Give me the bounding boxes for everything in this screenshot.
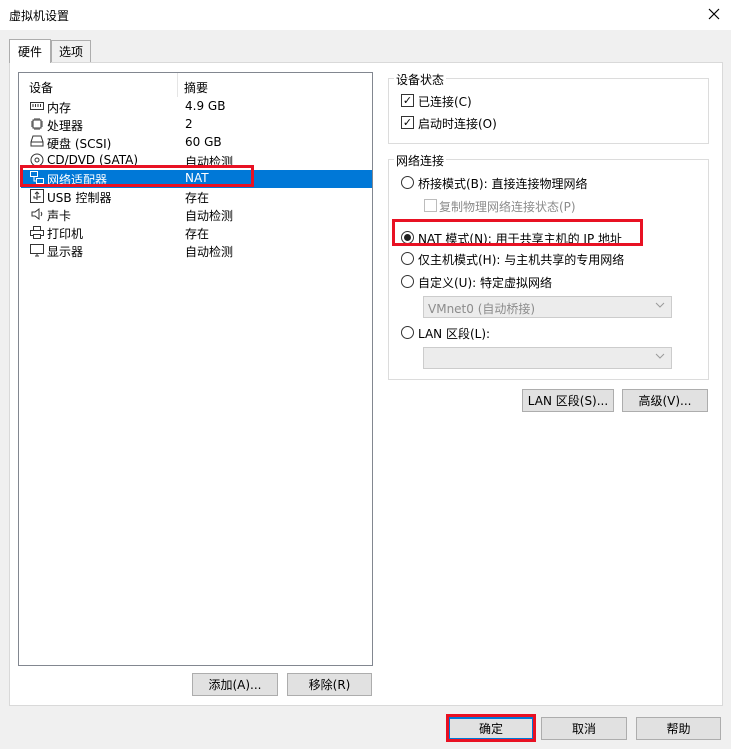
custom-radio[interactable] xyxy=(401,275,414,288)
title-bar xyxy=(0,0,731,30)
device-name: 内存 xyxy=(47,101,72,115)
custom-network-select-value: VMnet0 (自动桥接) xyxy=(428,302,536,316)
device-name: 声卡 xyxy=(47,209,72,223)
help-button[interactable]: 帮助 xyxy=(636,717,721,740)
close-button[interactable] xyxy=(703,3,725,25)
usb-icon xyxy=(29,189,45,205)
device-name: 显示器 xyxy=(47,245,84,259)
device-name: CD/DVD (SATA) xyxy=(47,153,139,167)
network-connection-title: 网络连接 xyxy=(394,152,447,169)
column-separator[interactable] xyxy=(177,73,178,97)
connect-at-power-on-checkbox[interactable]: ✓ xyxy=(401,116,414,129)
lan-segments-button[interactable]: LAN 区段(S)... xyxy=(522,389,614,412)
device-list[interactable]: 设备 摘要 内存 4.9 GB 处理器 2 硬盘 (SCSI) 60 GB CD… xyxy=(18,72,373,666)
lan-segments-button-label: LAN 区段(S)... xyxy=(527,394,609,408)
processor-icon xyxy=(29,117,45,133)
device-row-usb-controller[interactable]: USB 控制器 存在 xyxy=(21,188,372,206)
device-summary: 自动检测 xyxy=(185,155,234,169)
column-header-summary[interactable]: 摘要 xyxy=(184,79,208,96)
device-row-processor[interactable]: 处理器 2 xyxy=(21,116,372,134)
device-summary: 2 xyxy=(185,117,193,131)
device-summary: 60 GB xyxy=(185,135,222,149)
device-row-sound-card[interactable]: 声卡 自动检测 xyxy=(21,206,372,224)
hard-disk-icon xyxy=(29,135,45,151)
device-name: 处理器 xyxy=(47,119,84,133)
remove-device-button[interactable]: 移除(R) xyxy=(287,673,372,696)
sound-card-icon xyxy=(29,207,45,223)
printer-icon xyxy=(29,225,45,241)
device-summary: 自动检测 xyxy=(185,209,234,223)
lan-segment-label[interactable]: LAN 区段(L): xyxy=(418,325,490,342)
cancel-button-label: 取消 xyxy=(571,722,596,736)
tab-options-label: 选项 xyxy=(58,45,83,59)
advanced-button-label: 高级(V)... xyxy=(638,394,692,408)
device-row-display[interactable]: 显示器 自动检测 xyxy=(21,242,372,260)
device-summary: 4.9 GB xyxy=(185,99,226,113)
nat-radio[interactable] xyxy=(401,231,414,244)
add-device-button[interactable]: 添加(A)... xyxy=(192,673,278,696)
custom-label[interactable]: 自定义(U): 特定虚拟网络 xyxy=(418,274,552,291)
close-icon xyxy=(708,8,720,20)
nat-label[interactable]: NAT 模式(N): 用于共享主机的 IP 地址 xyxy=(418,230,622,247)
tab-hardware[interactable]: 硬件 xyxy=(9,39,51,63)
tab-hardware-label: 硬件 xyxy=(17,45,42,59)
device-row-printer[interactable]: 打印机 存在 xyxy=(21,224,372,242)
replicate-state-label[interactable]: 复制物理网络连接状态(P) xyxy=(439,198,576,215)
device-list-header: 设备 摘要 xyxy=(19,73,372,97)
advanced-button[interactable]: 高级(V)... xyxy=(622,389,708,412)
device-name: 网络适配器 xyxy=(47,173,108,187)
device-summary: NAT xyxy=(185,171,209,185)
host-only-label[interactable]: 仅主机模式(H): 与主机共享的专用网络 xyxy=(418,251,624,268)
bridged-radio[interactable] xyxy=(401,176,414,189)
tab-options[interactable]: 选项 xyxy=(51,40,91,62)
chevron-down-icon xyxy=(655,351,665,364)
connected-label[interactable]: 已连接(C) xyxy=(418,93,472,110)
ok-button-label: 确定 xyxy=(478,722,503,736)
device-row-cd-dvd[interactable]: CD/DVD (SATA) 自动检测 xyxy=(21,152,372,170)
device-summary: 存在 xyxy=(185,191,210,205)
device-name: 硬盘 (SCSI) xyxy=(47,137,112,151)
cancel-button[interactable]: 取消 xyxy=(541,717,627,740)
device-summary: 存在 xyxy=(185,227,210,241)
device-status-title: 设备状态 xyxy=(394,71,447,88)
custom-network-select[interactable]: VMnet0 (自动桥接) xyxy=(423,296,672,318)
memory-icon xyxy=(29,99,45,115)
ok-button[interactable]: 确定 xyxy=(448,717,534,740)
add-device-button-label: 添加(A)... xyxy=(208,678,262,692)
lan-segment-select[interactable] xyxy=(423,347,672,369)
lan-segment-radio[interactable] xyxy=(401,326,414,339)
remove-device-button-label: 移除(R) xyxy=(308,678,351,692)
device-row-network-adapter[interactable]: 网络适配器 NAT xyxy=(21,170,372,188)
bridged-label[interactable]: 桥接模式(B): 直接连接物理网络 xyxy=(418,175,587,192)
help-button-label: 帮助 xyxy=(666,722,691,736)
connect-at-power-on-label[interactable]: 启动时连接(O) xyxy=(418,115,497,132)
device-row-hard-disk[interactable]: 硬盘 (SCSI) 60 GB xyxy=(21,134,372,152)
connected-checkbox[interactable]: ✓ xyxy=(401,94,414,107)
device-row-memory[interactable]: 内存 4.9 GB xyxy=(21,98,372,116)
host-only-radio[interactable] xyxy=(401,252,414,265)
device-summary: 自动检测 xyxy=(185,245,234,259)
replicate-state-checkbox[interactable] xyxy=(424,199,437,212)
device-name: 打印机 xyxy=(47,227,84,241)
chevron-down-icon xyxy=(655,300,665,313)
network-adapter-icon xyxy=(29,171,45,187)
window-title: 虚拟机设置 xyxy=(9,9,70,23)
device-name: USB 控制器 xyxy=(47,191,112,205)
cd-dvd-icon xyxy=(29,153,45,169)
display-icon xyxy=(29,243,45,259)
column-header-device[interactable]: 设备 xyxy=(29,79,53,96)
